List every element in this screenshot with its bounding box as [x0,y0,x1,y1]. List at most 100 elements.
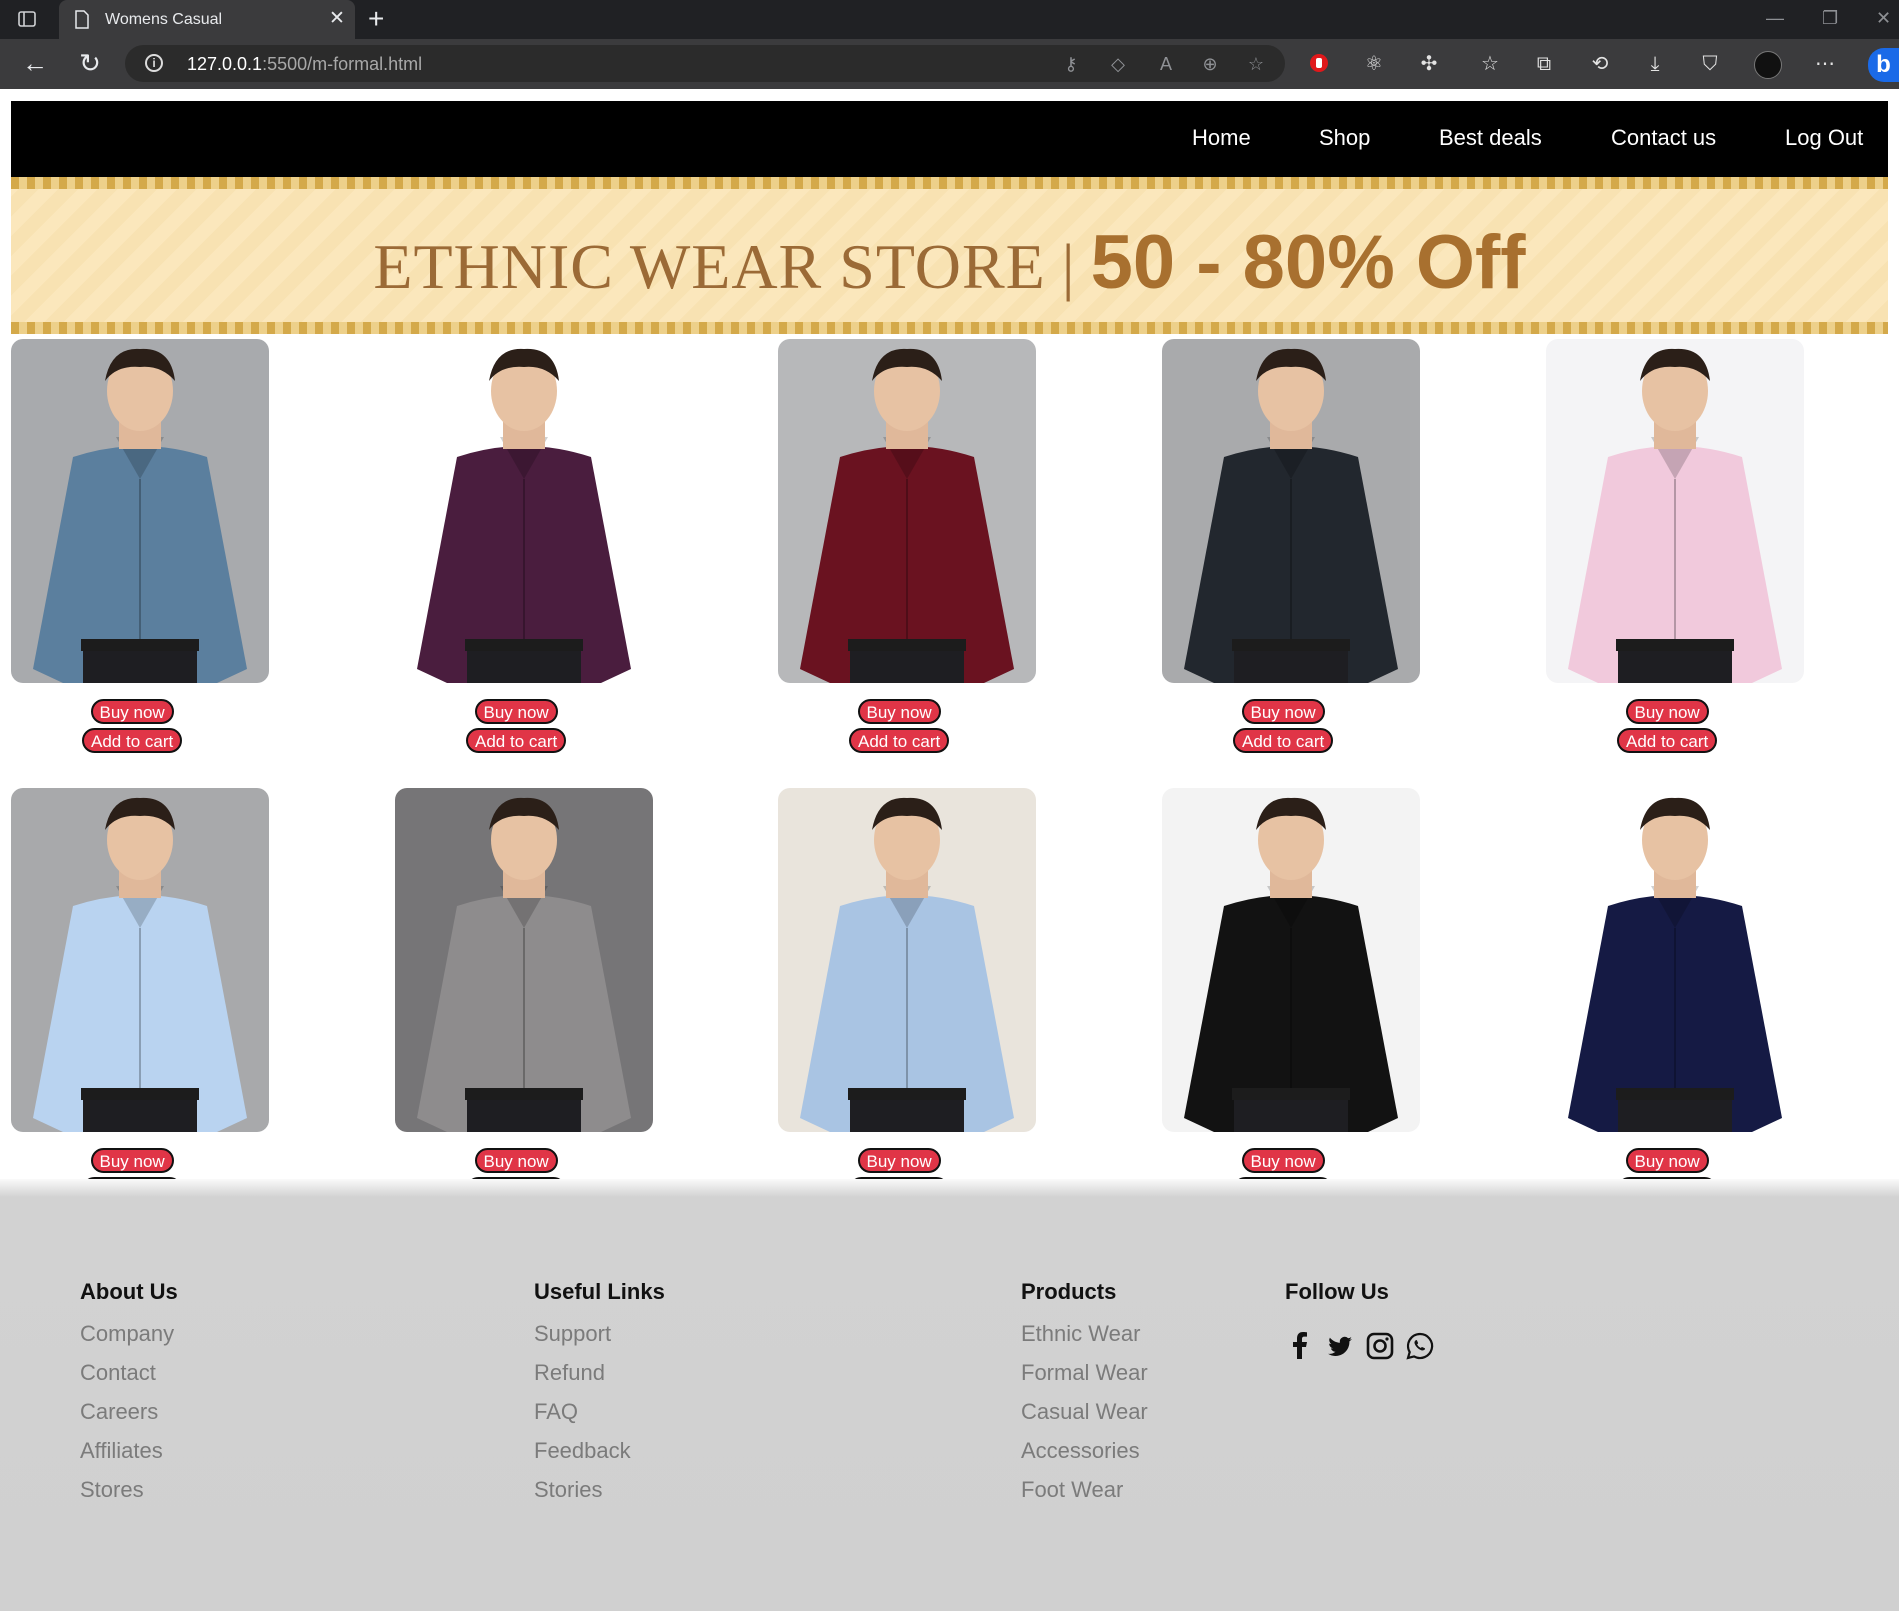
product-image[interactable] [1162,339,1420,683]
add-to-cart-button[interactable]: Add to cart [466,728,567,753]
tag-icon[interactable]: ◇ [1107,53,1129,75]
product-image[interactable] [395,339,653,683]
buy-now-button[interactable]: Buy now [1241,699,1325,724]
add-favorite-icon[interactable]: ☆ [1245,53,1267,75]
tab-actions-icon[interactable] [17,9,37,29]
site-info-icon[interactable]: i [145,54,163,72]
buy-now-button[interactable]: Buy now [1625,1148,1709,1173]
banner-separator: | [1061,231,1075,302]
profile-avatar[interactable] [1754,51,1782,79]
buy-now-button[interactable]: Buy now [857,699,941,724]
browser-essentials-icon[interactable]: ⛉ [1698,52,1722,76]
nav-log-out[interactable]: Log Out [1785,125,1863,151]
footer-link-formal-wear[interactable]: Formal Wear [1021,1360,1148,1386]
favorites-icon[interactable]: ☆ [1478,52,1502,76]
banner-store-name: ETHNIC WEAR STORE [373,231,1046,302]
product-image[interactable] [1546,339,1804,683]
product-image[interactable] [1162,788,1420,1132]
footer-link-stores[interactable]: Stores [80,1477,178,1503]
twitter-icon[interactable] [1325,1331,1355,1361]
footer-link-feedback[interactable]: Feedback [534,1438,665,1464]
product-card: Buy now Add to cart [395,339,653,759]
footer-about-column: About Us Company Contact Careers Affilia… [80,1279,178,1516]
footer-link-accessories[interactable]: Accessories [1021,1438,1148,1464]
footer-products-column: Products Ethnic Wear Formal Wear Casual … [1021,1279,1148,1516]
browser-toolbar: ← ↻ i 127.0.0.1:5500/m-formal.html ⚷ ◇ A… [0,39,1899,89]
product-card: Buy now Add to cart [1162,339,1420,759]
banner-top-border [11,177,1888,189]
whatsapp-icon[interactable] [1405,1331,1435,1361]
nav-home[interactable]: Home [1192,125,1251,151]
nav-best-deals[interactable]: Best deals [1439,125,1542,151]
sale-banner: ETHNIC WEAR STORE | 50 - 80% Off [11,177,1888,334]
footer-link-stories[interactable]: Stories [534,1477,665,1503]
product-image[interactable] [1546,788,1804,1132]
nav-shop[interactable]: Shop [1319,125,1370,151]
instagram-icon[interactable] [1365,1331,1395,1361]
bing-copilot-icon[interactable]: b [1868,48,1899,82]
buy-now-button[interactable]: Buy now [90,1148,174,1173]
footer-link-casual-wear[interactable]: Casual Wear [1021,1399,1148,1425]
read-aloud-icon[interactable]: A [1155,53,1177,75]
zoom-icon[interactable]: ⊕ [1199,53,1221,75]
product-card: Buy nowAdd to cart [395,788,653,1208]
add-to-cart-button[interactable]: Add to cart [1617,728,1718,753]
nav-contact-us[interactable]: Contact us [1611,125,1716,151]
tab-title: Womens Casual [105,11,223,28]
address-bar[interactable]: i 127.0.0.1:5500/m-formal.html ⚷ ◇ A ⊕ ☆ [125,45,1285,82]
footer-products-title: Products [1021,1279,1117,1304]
extensions-icon[interactable]: ✣ [1417,52,1441,76]
buy-now-button[interactable]: Buy now [90,699,174,724]
key-icon[interactable]: ⚷ [1060,53,1082,75]
footer-link-affiliates[interactable]: Affiliates [80,1438,178,1464]
footer-link-contact[interactable]: Contact [80,1360,178,1386]
banner-offer: 50 - 80% Off [1090,220,1526,305]
product-image[interactable] [778,788,1036,1132]
history-icon[interactable]: ⟲ [1588,52,1612,76]
footer-follow-column: Follow Us [1285,1279,1485,1379]
product-image[interactable] [11,339,269,683]
close-tab-icon[interactable]: ✕ [329,9,345,29]
collections-icon[interactable]: ⧉ [1532,52,1556,76]
buy-now-button[interactable]: Buy now [857,1148,941,1173]
footer-link-careers[interactable]: Careers [80,1399,178,1425]
buy-now-button[interactable]: Buy now [1241,1148,1325,1173]
page-icon [75,10,89,29]
add-to-cart-button[interactable]: Add to cart [849,728,950,753]
new-tab-icon[interactable]: + [368,4,384,34]
product-image[interactable] [11,788,269,1132]
buy-now-button[interactable]: Buy now [474,699,558,724]
footer-link-company[interactable]: Company [80,1321,178,1347]
add-to-cart-button[interactable]: Add to cart [82,728,183,753]
close-window-icon[interactable]: ✕ [1876,8,1891,29]
footer: About Us Company Contact Careers Affilia… [0,1179,1899,1611]
product-card: Buy nowAdd to cart [11,788,269,1208]
product-card: Buy nowAdd to cart [1162,788,1420,1208]
refresh-icon[interactable]: ↻ [75,48,105,78]
buy-now-button[interactable]: Buy now [474,1148,558,1173]
footer-useful-title: Useful Links [534,1279,665,1304]
add-to-cart-button[interactable]: Add to cart [1233,728,1334,753]
minimize-icon[interactable]: — [1766,8,1784,29]
product-card: Buy now Add to cart [778,339,1036,759]
browser-tab[interactable]: Womens Casual ✕ [59,0,355,39]
product-card: Buy nowAdd to cart [778,788,1036,1208]
downloads-icon[interactable]: ⤓ [1643,52,1667,76]
footer-link-faq[interactable]: FAQ [534,1399,665,1425]
back-icon[interactable]: ← [20,48,50,78]
buy-now-button[interactable]: Buy now [1625,699,1709,724]
footer-link-support[interactable]: Support [534,1321,665,1347]
banner-text: ETHNIC WEAR STORE | 50 - 80% Off [11,219,1888,306]
footer-about-title: About Us [80,1279,178,1304]
more-options-icon[interactable]: ⋯ [1813,52,1837,76]
react-devtools-icon[interactable]: ⚛ [1362,52,1386,76]
adblock-icon[interactable] [1307,52,1331,76]
product-image[interactable] [778,339,1036,683]
restore-icon[interactable]: ❐ [1822,8,1838,29]
footer-link-refund[interactable]: Refund [534,1360,665,1386]
footer-link-foot-wear[interactable]: Foot Wear [1021,1477,1148,1503]
url-text: 127.0.0.1:5500/m-formal.html [187,54,423,74]
footer-link-ethnic-wear[interactable]: Ethnic Wear [1021,1321,1148,1347]
facebook-icon[interactable] [1285,1331,1315,1361]
product-image[interactable] [395,788,653,1132]
